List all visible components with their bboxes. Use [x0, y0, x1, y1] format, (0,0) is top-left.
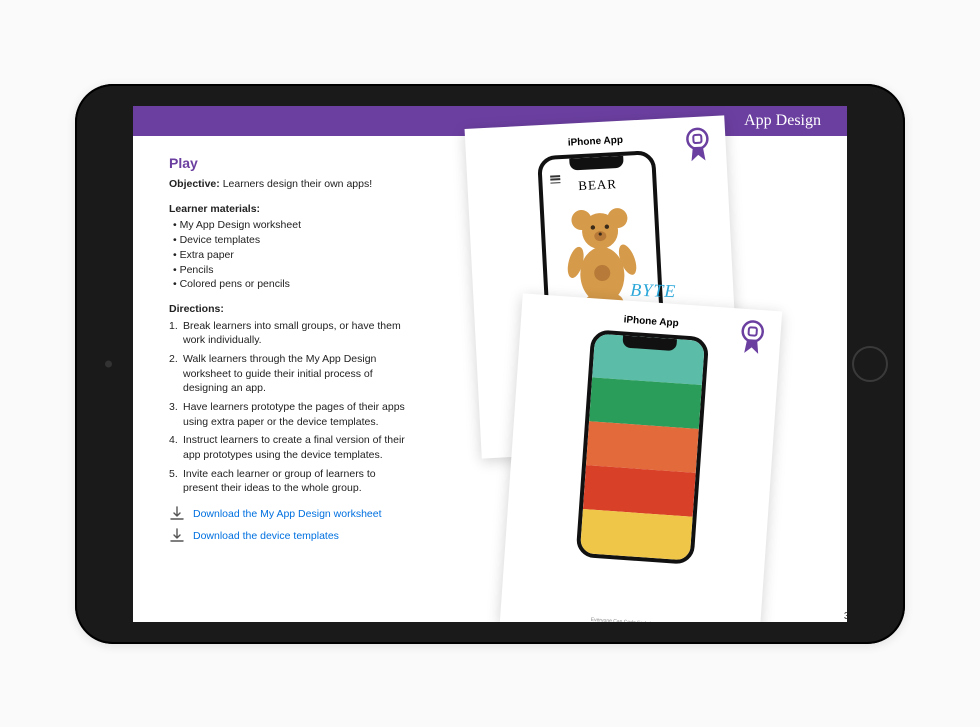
- stripe: [586, 421, 699, 473]
- directions-list: Break learners into small groups, or hav…: [169, 319, 413, 497]
- materials-heading: Learner materials:: [169, 202, 413, 217]
- camera-dot: [105, 360, 112, 367]
- home-button[interactable]: [852, 346, 888, 382]
- page-footer: Everyone Can Code Early Learners: [591, 616, 670, 621]
- section-heading: Play: [169, 154, 413, 174]
- left-column: Play Objective: Learners design their ow…: [133, 136, 423, 622]
- list-item: Pencils: [169, 263, 413, 278]
- stripe: [583, 465, 696, 517]
- download-row: Download the My App Design worksheet: [169, 506, 413, 522]
- list-item: Invite each learner or group of learners…: [169, 467, 413, 496]
- list-item: Walk learners through the My App Design …: [169, 352, 413, 396]
- download-worksheet-link[interactable]: Download the My App Design worksheet: [193, 507, 382, 522]
- page-number: 38: [844, 611, 847, 622]
- directions-heading: Directions:: [169, 302, 413, 317]
- download-templates-link[interactable]: Download the device templates: [193, 529, 339, 544]
- stripe: [589, 377, 702, 429]
- worksheet-page-byte: BYTE iPhone App: [500, 293, 782, 622]
- objective-line: Objective: Learners design their own app…: [169, 177, 413, 192]
- list-item: Colored pens or pencils: [169, 277, 413, 292]
- screen: App Design Play Objective: Learners desi…: [133, 106, 847, 622]
- ipad-device-frame: App Design Play Objective: Learners desi…: [75, 84, 905, 644]
- byte-handwritten-label: BYTE: [630, 279, 677, 302]
- objective-text: Learners design their own apps!: [220, 178, 372, 190]
- list-item: Instruct learners to create a final vers…: [169, 433, 413, 462]
- color-stripes: [580, 333, 705, 560]
- ribbon-badge-icon: [683, 126, 713, 165]
- ribbon-badge-icon: [737, 318, 768, 358]
- list-item: Device templates: [169, 233, 413, 248]
- worksheet-visual: iPhone App BEAR: [463, 122, 847, 622]
- download-icon: [169, 506, 185, 522]
- download-row: Download the device templates: [169, 528, 413, 544]
- download-icon: [169, 528, 185, 544]
- list-item: Extra paper: [169, 248, 413, 263]
- list-item: Break learners into small groups, or hav…: [169, 319, 413, 348]
- phone-mockup: [576, 329, 710, 565]
- list-item: My App Design worksheet: [169, 218, 413, 233]
- page-label: iPhone App: [483, 130, 707, 153]
- page-label: iPhone App: [539, 308, 763, 335]
- page-content: Play Objective: Learners design their ow…: [133, 136, 847, 622]
- materials-list: My App Design worksheet Device templates…: [169, 218, 413, 291]
- stripe: [580, 509, 693, 561]
- list-item: Have learners prototype the pages of the…: [169, 400, 413, 429]
- phone-notch: [569, 155, 624, 170]
- objective-label: Objective:: [169, 178, 220, 190]
